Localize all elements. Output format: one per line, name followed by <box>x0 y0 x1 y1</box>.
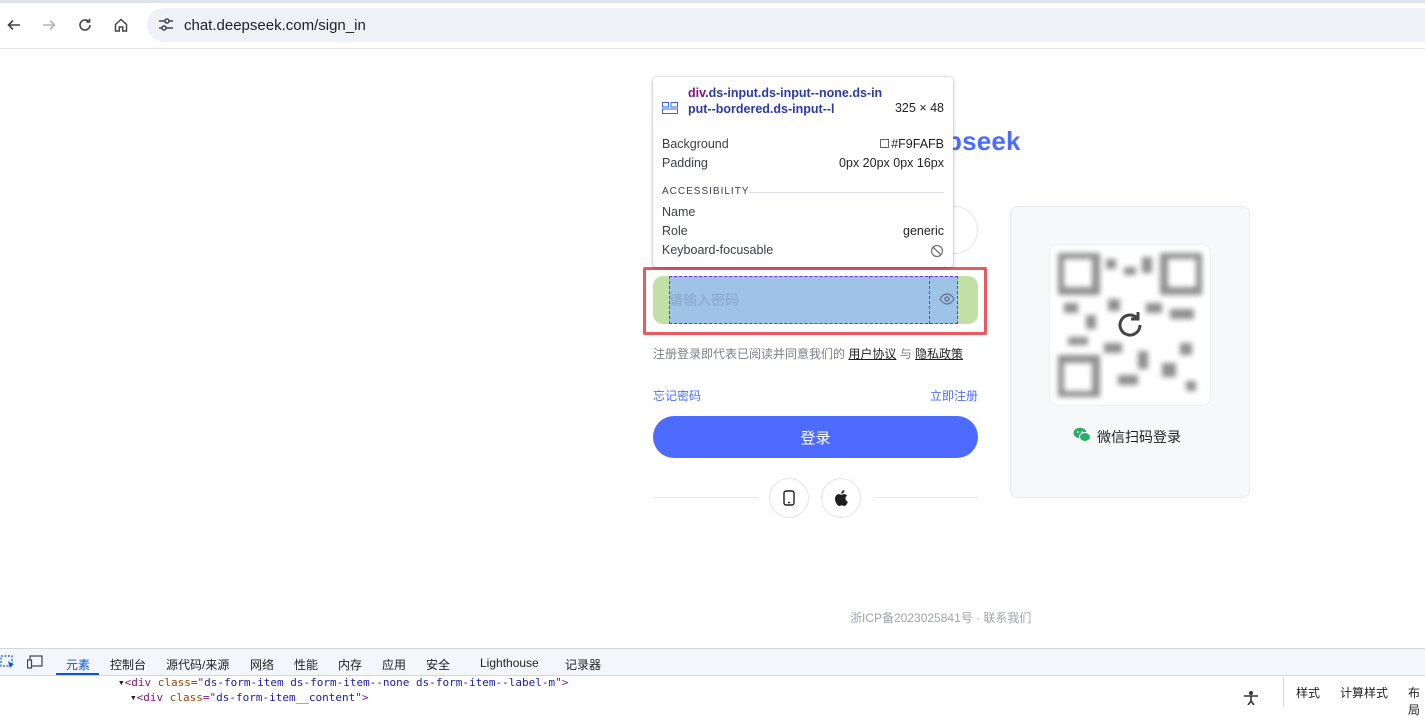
tab-computed[interactable]: 计算样式 <box>1340 684 1388 701</box>
dom-node-line[interactable]: ▾<div class="ds-form-item__content"> <box>130 691 368 704</box>
url-text: chat.deepseek.com/sign_in <box>184 17 366 34</box>
code-eq: =" <box>202 691 217 704</box>
tooltip-padding-row: Padding 0px 20px 0px 16px <box>662 156 944 172</box>
code-attr-name: class <box>157 676 191 689</box>
keyboard-focusable-label: Keyboard-focusable <box>662 243 774 257</box>
devtools-panel: 元素 控制台 源代码/来源 网络 性能 内存 应用 安全 Lighthouse … <box>0 648 1425 717</box>
privacy-policy-link[interactable]: 隐私政策 <box>915 347 963 361</box>
flex-container-icon <box>662 102 678 114</box>
register-link[interactable]: 立即注册 <box>930 387 978 404</box>
code-eq: =" <box>190 676 205 689</box>
divider-left <box>653 497 758 498</box>
agreement-text: 注册登录即代表已阅读并同意我们的 用户协议 与 隐私政策 <box>653 345 963 362</box>
selector-classes: .ds-input.ds-input--none.ds-input--borde… <box>688 86 883 116</box>
role-value: generic <box>903 224 944 238</box>
tab-performance[interactable]: 性能 <box>294 656 318 673</box>
code-attr-value: ds-form-item__content <box>216 691 356 704</box>
code-tag: <div <box>136 691 170 704</box>
tab-styles[interactable]: 样式 <box>1296 684 1320 701</box>
qr-login-label: 微信扫码登录 <box>1097 429 1181 445</box>
background-label: Background <box>662 137 729 151</box>
home-button[interactable] <box>108 12 134 38</box>
forward-arrow-icon <box>43 19 56 31</box>
name-label: Name <box>662 205 696 219</box>
refresh-icon[interactable] <box>1113 308 1147 342</box>
divider-right <box>873 497 978 498</box>
tab-strip-edge <box>0 0 1425 3</box>
tab-elements[interactable]: 元素 <box>66 656 90 673</box>
code-close: "> <box>555 676 569 689</box>
agreement-prefix: 注册登录即代表已阅读并同意我们的 <box>653 347 849 361</box>
tooltip-name-row: Name <box>662 205 944 221</box>
tab-recorder[interactable]: 记录器 <box>565 656 601 673</box>
accessibility-divider <box>749 192 944 193</box>
role-label: Role <box>662 224 688 238</box>
forgot-password-link[interactable]: 忘记密码 <box>653 387 701 404</box>
home-icon <box>114 18 128 32</box>
background-value: #F9FAFB <box>880 137 944 151</box>
inspect-tooltip: div.ds-input.ds-input--none.ds-input--bo… <box>653 77 953 267</box>
selector-tag: div <box>688 86 706 100</box>
tab-security[interactable]: 安全 <box>426 656 450 673</box>
forward-button[interactable] <box>36 12 62 38</box>
login-button[interactable]: 登录 <box>653 416 978 458</box>
active-tab-indicator <box>56 673 99 675</box>
tab-memory[interactable]: 内存 <box>338 656 362 673</box>
tab-application[interactable]: 应用 <box>382 656 406 673</box>
dom-node-line[interactable]: ▾<div class="ds-form-item ds-form-item--… <box>118 676 568 689</box>
back-arrow-icon <box>7 19 20 31</box>
address-bar[interactable]: chat.deepseek.com/sign_in <box>147 8 1425 42</box>
tab-lighthouse[interactable]: Lighthouse <box>480 656 539 670</box>
code-close: "> <box>355 691 369 704</box>
tooltip-background-row: Background #F9FAFB <box>662 137 944 153</box>
user-agreement-link[interactable]: 用户协议 <box>848 347 896 361</box>
tab-network[interactable]: 网络 <box>250 656 274 673</box>
tab-layout[interactable]: 布局 <box>1408 684 1425 718</box>
apple-login-button[interactable] <box>821 478 861 518</box>
accessibility-header: ACCESSIBILITY <box>662 186 750 197</box>
tooltip-role-row: Role generic <box>662 224 944 240</box>
padding-label: Padding <box>662 156 708 170</box>
footer-text[interactable]: 浙ICP备2023025841号 · 联系我们 <box>850 609 1031 626</box>
color-swatch <box>880 139 890 148</box>
expand-triangle-icon[interactable]: ▾ <box>118 676 125 689</box>
browser-toolbar: chat.deepseek.com/sign_in <box>0 0 1425 49</box>
not-focusable-icon <box>930 244 944 258</box>
background-hex: #F9FAFB <box>891 137 944 151</box>
tooltip-dimensions: 325 × 48 <box>894 101 944 115</box>
site-settings-icon[interactable] <box>157 16 175 34</box>
reload-icon <box>79 18 91 31</box>
tooltip-selector: div.ds-input.ds-input--none.ds-input--bo… <box>688 85 888 117</box>
inspect-element-icon[interactable] <box>0 655 16 669</box>
accessibility-icon[interactable] <box>1241 690 1261 705</box>
wechat-icon <box>1073 427 1091 442</box>
devtools-tab-bar: 元素 控制台 源代码/来源 网络 性能 内存 应用 安全 Lighthouse … <box>0 649 1425 676</box>
code-attr-value: ds-form-item ds-form-item--none ds-form-… <box>204 676 556 689</box>
tab-console[interactable]: 控制台 <box>110 656 146 673</box>
back-button[interactable] <box>1 12 27 38</box>
code-attr-name: class <box>169 691 203 704</box>
code-tag: <div <box>124 676 158 689</box>
apple-icon <box>835 490 848 506</box>
device-toolbar-icon[interactable] <box>27 655 43 669</box>
styles-sidebar: 样式 计算样式 布局 <box>1283 677 1425 717</box>
deepseek-logo: pseek <box>946 126 1021 156</box>
element-highlight-outline <box>643 267 987 335</box>
tooltip-keyboard-row: Keyboard-focusable <box>662 243 944 259</box>
phone-login-button[interactable] <box>769 478 809 518</box>
expand-triangle-icon[interactable]: ▾ <box>130 691 137 704</box>
phone-icon <box>783 490 795 506</box>
tab-sources[interactable]: 源代码/来源 <box>166 656 229 673</box>
agreement-and: 与 <box>896 347 916 361</box>
padding-value: 0px 20px 0px 16px <box>839 156 944 170</box>
reload-button[interactable] <box>72 12 98 38</box>
